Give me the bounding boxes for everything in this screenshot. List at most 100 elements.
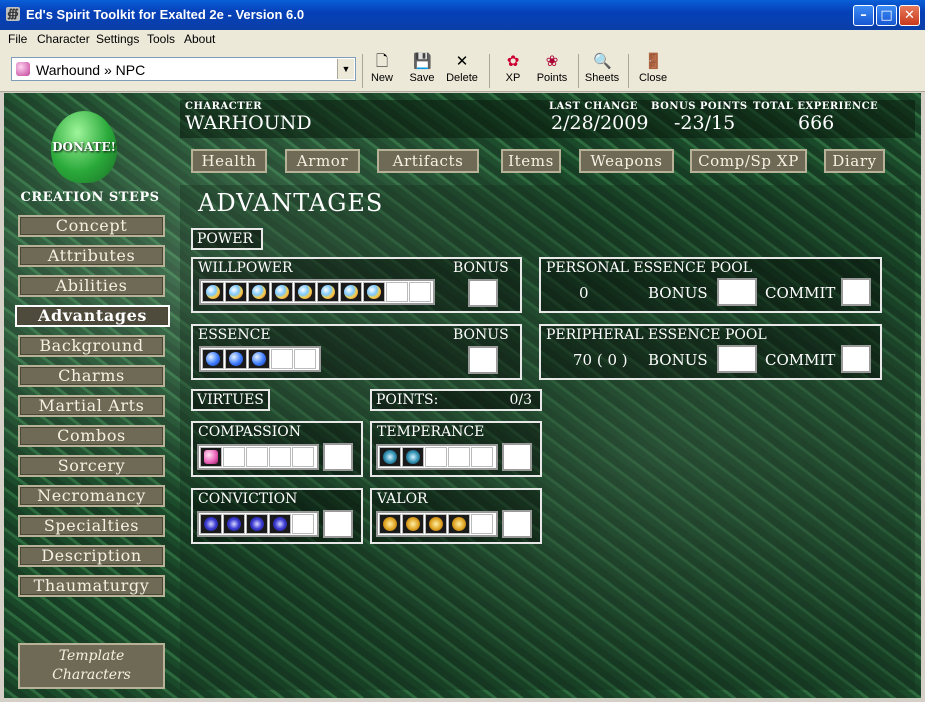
- essence-dots[interactable]: [199, 346, 321, 372]
- compassion-bonus-field[interactable]: [323, 443, 353, 471]
- temperance-dot[interactable]: [448, 447, 470, 467]
- valor-dot[interactable]: [448, 514, 470, 534]
- temperance-dot[interactable]: [425, 447, 447, 467]
- conviction-dot[interactable]: [269, 514, 291, 534]
- template-characters-button[interactable]: Template Characters: [18, 643, 165, 689]
- tab-comp-sp-xp[interactable]: Comp/Sp XP: [690, 149, 807, 173]
- temperance-dot[interactable]: [471, 447, 493, 467]
- valor-dot[interactable]: [402, 514, 424, 534]
- willpower-dot[interactable]: [409, 282, 431, 302]
- x-delete-icon: ✕: [455, 52, 469, 70]
- willpower-dot[interactable]: [386, 282, 408, 302]
- tab-diary[interactable]: Diary: [824, 149, 885, 173]
- temperance-dot[interactable]: [402, 447, 424, 467]
- willpower-bonus-label: BONUS: [453, 260, 509, 276]
- step-description[interactable]: Description: [18, 545, 165, 567]
- essence-dot[interactable]: [225, 349, 247, 369]
- valor-bonus-field[interactable]: [502, 510, 532, 538]
- new-button[interactable]: 🗋 New: [370, 52, 394, 84]
- essence-dot[interactable]: [248, 349, 270, 369]
- xp-button[interactable]: ✿ XP: [500, 52, 526, 84]
- compassion-dot[interactable]: [246, 447, 268, 467]
- personal-commit-field[interactable]: [841, 278, 871, 306]
- tab-weapons[interactable]: Weapons: [579, 149, 674, 173]
- toolbar-separator: [362, 54, 363, 88]
- step-background[interactable]: Background: [18, 335, 165, 357]
- willpower-dot[interactable]: [317, 282, 339, 302]
- step-charms[interactable]: Charms: [18, 365, 165, 387]
- conviction-dot[interactable]: [246, 514, 268, 534]
- willpower-gem-icon: [298, 285, 312, 299]
- menu-tools[interactable]: Tools: [147, 32, 175, 46]
- valor-dot[interactable]: [425, 514, 447, 534]
- tab-armor[interactable]: Armor: [285, 149, 360, 173]
- valor-dots[interactable]: [376, 511, 498, 537]
- compassion-dots[interactable]: [197, 444, 319, 470]
- valor-dot[interactable]: [471, 514, 493, 534]
- step-sorcery[interactable]: Sorcery: [18, 455, 165, 477]
- menu-character[interactable]: Character: [37, 32, 90, 46]
- tab-health[interactable]: Health: [191, 149, 267, 173]
- temperance-dots[interactable]: [376, 444, 498, 470]
- close-app-button[interactable]: 🚪 Close: [637, 52, 669, 84]
- compassion-dot[interactable]: [200, 447, 222, 467]
- step-abilities[interactable]: Abilities: [18, 275, 165, 297]
- valor-dot[interactable]: [379, 514, 401, 534]
- conviction-dot[interactable]: [292, 514, 314, 534]
- compassion-dot[interactable]: [269, 447, 291, 467]
- temperance-dot[interactable]: [379, 447, 401, 467]
- personal-bonus-field[interactable]: [717, 278, 757, 306]
- peripheral-commit-field[interactable]: [841, 345, 871, 373]
- toolbar: Warhound » NPC ▼ 🗋 New 💾 Save ✕ Delete ✿…: [0, 48, 925, 92]
- step-advantages[interactable]: Advantages: [15, 305, 170, 327]
- willpower-bonus-field[interactable]: [468, 279, 498, 307]
- delete-button[interactable]: ✕ Delete: [444, 52, 480, 84]
- step-concept[interactable]: Concept: [18, 215, 165, 237]
- willpower-dot[interactable]: [248, 282, 270, 302]
- peripheral-bonus-field[interactable]: [717, 345, 757, 373]
- menu-about[interactable]: About: [184, 32, 215, 46]
- compassion-dot[interactable]: [292, 447, 314, 467]
- willpower-dot[interactable]: [225, 282, 247, 302]
- willpower-dot[interactable]: [202, 282, 224, 302]
- points-button[interactable]: ❀ Points: [536, 52, 568, 84]
- step-necromancy[interactable]: Necromancy: [18, 485, 165, 507]
- character-select[interactable]: Warhound » NPC ▼: [11, 57, 356, 81]
- app-icon[interactable]: ∰: [6, 7, 20, 21]
- willpower-dot[interactable]: [363, 282, 385, 302]
- compassion-dot[interactable]: [223, 447, 245, 467]
- essence-dot[interactable]: [202, 349, 224, 369]
- step-specialties[interactable]: Specialties: [18, 515, 165, 537]
- menu-file[interactable]: File: [8, 32, 27, 46]
- step-attributes[interactable]: Attributes: [18, 245, 165, 267]
- tab-artifacts[interactable]: Artifacts: [377, 149, 479, 173]
- menu-settings[interactable]: Settings: [96, 32, 139, 46]
- toolbar-separator: [489, 54, 490, 88]
- willpower-dot[interactable]: [294, 282, 316, 302]
- temperance-bonus-field[interactable]: [502, 443, 532, 471]
- willpower-dots[interactable]: [199, 279, 435, 305]
- willpower-dot[interactable]: [340, 282, 362, 302]
- close-button[interactable]: ✕: [899, 5, 920, 26]
- donate-button[interactable]: DONATE!: [51, 111, 117, 183]
- conviction-bonus-field[interactable]: [323, 510, 353, 538]
- willpower-label: WILLPOWER: [198, 260, 293, 276]
- tab-items[interactable]: Items: [501, 149, 561, 173]
- conviction-dot[interactable]: [200, 514, 222, 534]
- chevron-down-icon[interactable]: ▼: [337, 59, 354, 79]
- template-line-1: Template: [58, 648, 125, 664]
- minimize-button[interactable]: –: [853, 5, 874, 26]
- essence-dot[interactable]: [271, 349, 293, 369]
- essence-dot[interactable]: [294, 349, 316, 369]
- step-martial-arts[interactable]: Martial Arts: [18, 395, 165, 417]
- sheets-button[interactable]: 🔍 Sheets: [584, 52, 620, 84]
- step-thaumaturgy[interactable]: Thaumaturgy: [18, 575, 165, 597]
- maximize-button[interactable]: □: [876, 5, 897, 26]
- save-button[interactable]: 💾 Save: [409, 52, 435, 84]
- essence-gem-icon: [206, 352, 220, 366]
- step-combos[interactable]: Combos: [18, 425, 165, 447]
- conviction-dot[interactable]: [223, 514, 245, 534]
- essence-bonus-field[interactable]: [468, 346, 498, 374]
- conviction-dots[interactable]: [197, 511, 319, 537]
- willpower-dot[interactable]: [271, 282, 293, 302]
